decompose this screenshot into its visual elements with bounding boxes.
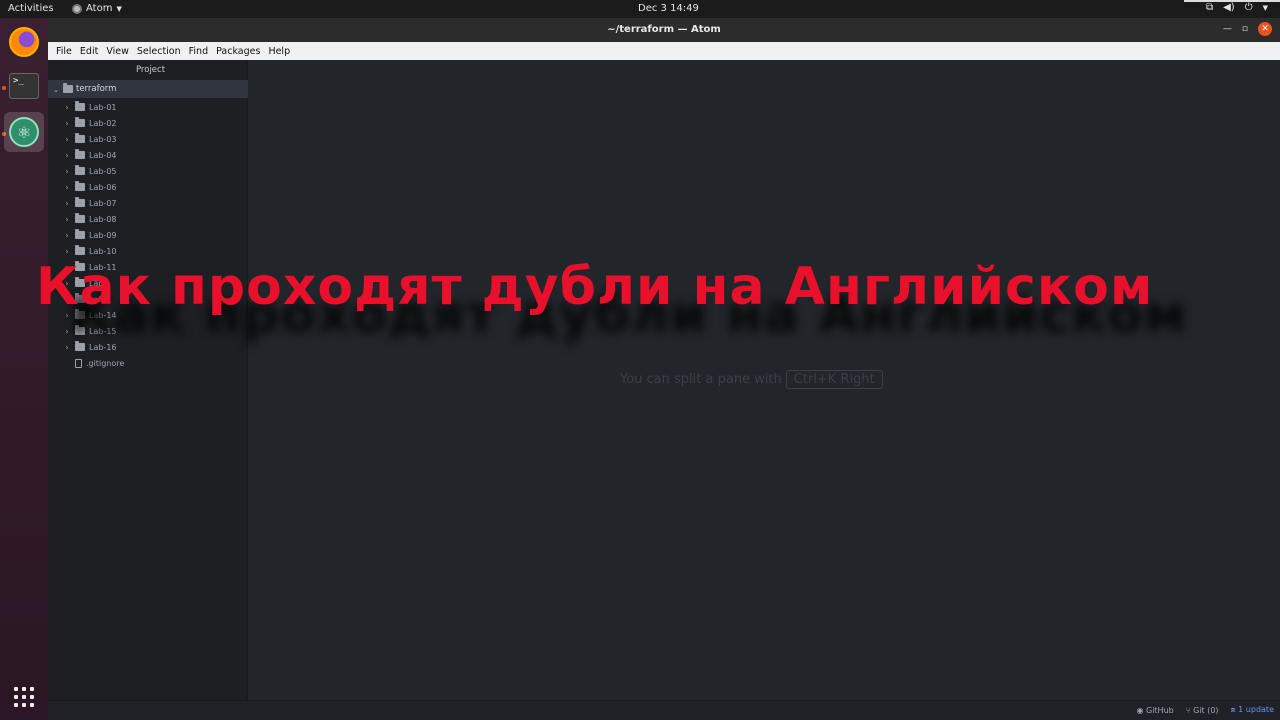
chevron-down-icon: ⌄ [52,84,60,94]
folder-icon [75,197,85,207]
window-controls: — ▫ ✕ [1223,22,1272,36]
menu-selection[interactable]: Selection [133,46,185,57]
window-title: ~/terraform — Atom [607,24,721,35]
tree-folder[interactable]: › Lab-07 [63,195,117,211]
menu-edit[interactable]: Edit [76,46,102,57]
folder-icon [75,117,85,127]
system-tray[interactable]: ⧉ ◀) ⏻ ▼ [1206,2,1268,13]
tree-folder[interactable]: › Lab-02 [63,115,117,131]
menu-help[interactable]: Help [264,46,294,57]
tree-folder-label: Lab-07 [89,198,117,208]
tree-file-label: .gitignore [86,358,125,368]
caret-down-icon: ▼ [116,4,122,13]
window-titlebar: ~/terraform — Atom — ▫ ✕ [48,18,1280,42]
dock-atom[interactable]: ⚛ [4,112,44,152]
app-menu-label: Atom [86,3,113,14]
folder-icon [75,133,85,143]
editor-hint-key: Ctrl+K Right [785,370,883,389]
status-bar: ◉ GitHub ⑂ Git (0) ⧈ 1 update [48,700,1280,720]
activities-button[interactable]: Activities [8,3,54,14]
menu-file[interactable]: File [52,46,76,57]
show-applications-icon[interactable] [14,687,34,707]
power-icon: ⏻ [1244,2,1253,13]
github-status[interactable]: ◉ GitHub [1136,706,1173,715]
dock-firefox[interactable] [4,22,44,62]
network-icon: ⧉ [1205,2,1214,13]
folder-icon [75,181,85,191]
menu-packages[interactable]: Packages [212,46,264,57]
tree-folder-label: Lab-01 [89,102,117,112]
tree-folder-label: Lab-02 [89,118,117,128]
folder-icon [63,83,73,93]
maximize-button[interactable]: ▫ [1242,24,1248,34]
folder-icon [75,165,85,175]
folder-icon [75,101,85,111]
update-status[interactable]: ⧈ 1 update [1231,705,1274,715]
menu-view[interactable]: View [102,46,133,57]
chevron-right-icon: › [65,246,69,256]
folder-icon [75,149,85,159]
menu-find[interactable]: Find [185,46,212,57]
menu-bar: File Edit View Selection Find Packages H… [48,42,1280,60]
editor-hint: You can split a pane with Ctrl+K Right [620,370,883,389]
chevron-right-icon: › [65,102,69,112]
tree-folder-label: Lab-08 [89,214,117,224]
chevron-right-icon: › [65,118,69,128]
file-icon [75,358,82,368]
terminal-icon: >_ [9,73,39,99]
git-icon: ⑂ [1185,705,1191,715]
overlay-caption: Как проходят дубли на Английском [36,257,1154,317]
firefox-icon [9,27,39,57]
project-tree[interactable]: Project ⌄ terraform › Lab-01 › Lab-02 › Lab… [48,60,248,700]
chevron-right-icon: › [65,134,69,144]
tree-root-label: terraform [76,84,117,94]
tree-folder[interactable]: › Lab-01 [63,99,117,115]
tree-root-folder[interactable]: ⌄ terraform [48,80,248,98]
chevron-right-icon: › [65,166,69,176]
tree-folder[interactable]: › Lab-04 [63,147,117,163]
app-menu[interactable]: Atom ▼ [72,3,122,14]
folder-icon [75,229,85,239]
update-icon: ⧈ [1230,705,1236,714]
chevron-right-icon: › [65,198,69,208]
tree-folder[interactable]: › Lab-09 [63,227,117,243]
workspace: Project ⌄ terraform › Lab-01 › Lab-02 › Lab… [48,60,1280,700]
tray-caret-icon: ▼ [1262,3,1268,12]
atom-small-icon [72,3,82,14]
chevron-right-icon: › [65,182,69,192]
close-button[interactable]: ✕ [1258,22,1272,36]
chevron-right-icon: › [65,230,69,240]
folder-icon [75,245,85,255]
tree-folder[interactable]: › Lab-06 [63,179,117,195]
atom-icon: ⚛ [9,117,39,147]
editor-hint-text: You can split a pane with [620,372,782,387]
tree-folder-label: Lab-06 [89,182,117,192]
dock: >_ ⚛ [0,18,48,720]
github-icon: ◉ [1136,705,1144,715]
tree-folder[interactable]: › Lab-03 [63,131,117,147]
tree-folder[interactable]: › Lab-08 [63,211,117,227]
tree-folder-label: Lab-05 [89,166,117,176]
volume-icon: ◀) [1223,2,1235,13]
tree-folder-label: Lab-04 [89,150,117,160]
git-status[interactable]: ⑂ Git (0) [1186,706,1219,715]
tree-folder[interactable]: › Lab-05 [63,163,117,179]
chevron-right-icon: › [65,150,69,160]
tree-file[interactable]: .gitignore [63,355,124,371]
chevron-right-icon: › [65,214,69,224]
minimize-button[interactable]: — [1223,24,1232,34]
tree-folder-label: Lab-09 [89,230,117,240]
tree-folder-label: Lab-10 [89,246,117,256]
system-top-bar: Activities Atom ▼ Dec 3 14:49 ⧉ ◀) ⏻ ▼ [0,0,1280,18]
dock-terminal[interactable]: >_ [4,66,44,106]
folder-icon [75,213,85,223]
project-tree-header: Project [135,65,166,75]
clock[interactable]: Dec 3 14:49 [638,3,699,14]
tree-folder-label: Lab-03 [89,134,117,144]
